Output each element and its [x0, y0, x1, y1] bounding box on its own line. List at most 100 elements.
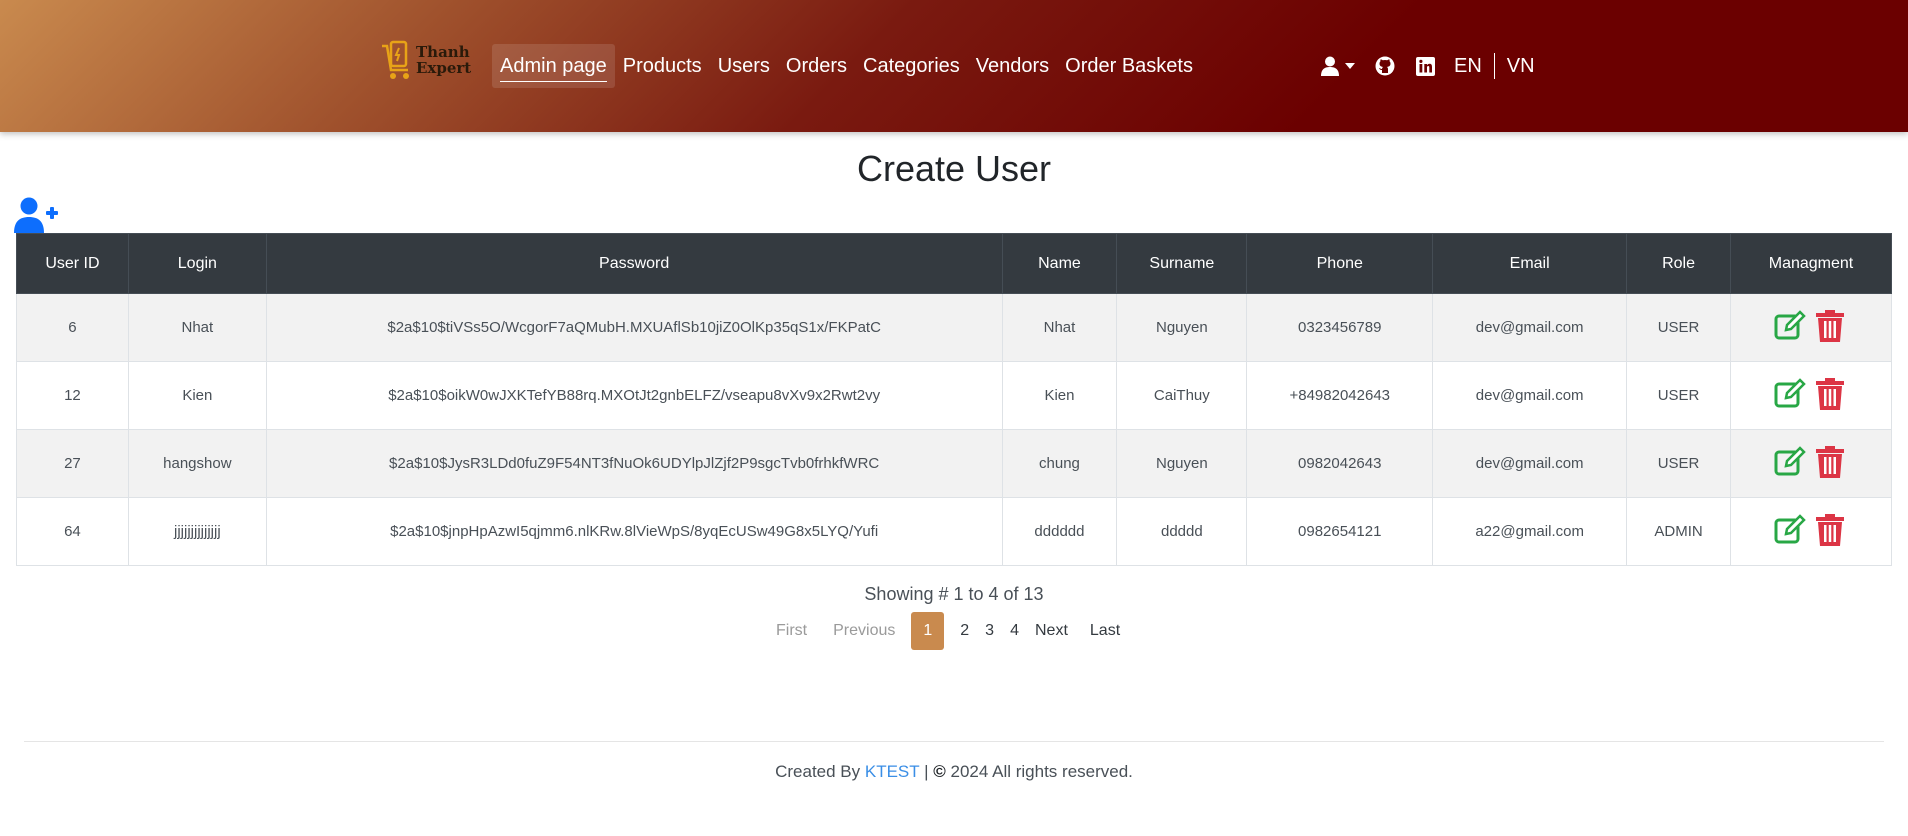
cell-login: Nhat [127, 293, 267, 362]
cell-name: chung [1001, 429, 1118, 498]
footer-prefix: Created By [775, 762, 861, 781]
edit-button[interactable] [1774, 445, 1806, 478]
brand-name: Thanh Expert [416, 44, 471, 76]
edit-icon [1774, 513, 1806, 543]
edit-button[interactable] [1774, 377, 1806, 410]
cell-email: dev@gmail.com [1432, 429, 1628, 498]
cell-password: $2a$10$tiVSs5O/WcgorF7aQMubH.MXUAflSb10j… [265, 293, 1003, 362]
edit-button[interactable] [1774, 309, 1806, 342]
cell-surname: Nguyen [1116, 429, 1248, 498]
cell-user-id: 64 [16, 497, 129, 566]
cell-name: Kien [1001, 361, 1118, 430]
cell-user-id: 12 [16, 361, 129, 430]
brand-logo[interactable]: Thanh Expert [380, 38, 471, 82]
users-table: User ID Login Password Name Surname Phon… [16, 233, 1892, 566]
cell-role: USER [1626, 361, 1732, 430]
cell-login: Kien [127, 361, 267, 430]
cell-management [1730, 497, 1892, 566]
cell-phone: +84982042643 [1246, 361, 1434, 430]
footer-rights: 2024 All rights reserved. [950, 762, 1133, 781]
header-phone[interactable]: Phone [1246, 233, 1434, 294]
cell-surname: ddddd [1116, 497, 1248, 566]
cell-phone: 0982042643 [1246, 429, 1434, 498]
brand-line-2: Expert [416, 59, 472, 77]
nav-categories[interactable]: Categories [855, 44, 968, 88]
edit-icon [1774, 377, 1806, 407]
trash-icon [1816, 513, 1844, 546]
cell-name: Nhat [1001, 293, 1118, 362]
user-icon [1321, 56, 1339, 76]
table-row: 27 hangshow $2a$10$JysR3LDd0fuZ9F54NT3fN… [16, 429, 1892, 498]
header-user-id[interactable]: User ID [16, 233, 129, 294]
cell-role: USER [1626, 293, 1732, 362]
cell-management [1730, 361, 1892, 430]
delete-button[interactable] [1816, 513, 1848, 546]
add-user-button[interactable] [14, 197, 60, 233]
cell-email: a22@gmail.com [1432, 497, 1628, 566]
table-row: 6 Nhat $2a$10$tiVSs5O/WcgorF7aQMubH.MXUA… [16, 293, 1892, 362]
delete-button[interactable] [1816, 445, 1848, 478]
cell-role: ADMIN [1626, 497, 1732, 566]
nav-right-group: EN VN [1318, 44, 1547, 88]
header-management: Managment [1730, 233, 1892, 294]
edit-button[interactable] [1774, 513, 1806, 546]
page-first[interactable]: First [768, 612, 815, 650]
cell-management [1730, 429, 1892, 498]
linkedin-icon[interactable] [1414, 55, 1436, 77]
copyright-icon: © [933, 762, 946, 781]
pagination-summary: Showing # 1 to 4 of 13 [864, 584, 1044, 604]
nav-users[interactable]: Users [710, 44, 778, 88]
footer-author-link[interactable]: KTEST [865, 762, 919, 781]
header-login[interactable]: Login [127, 233, 267, 294]
edit-icon [1774, 309, 1806, 339]
table-row: 12 Kien $2a$10$oikW0wJXKTefYB88rq.MXOtJt… [16, 361, 1892, 430]
github-icon[interactable] [1374, 55, 1396, 77]
nav-products[interactable]: Products [615, 44, 710, 88]
cell-phone: 0982654121 [1246, 497, 1434, 566]
user-plus-icon [14, 197, 58, 233]
cell-role: USER [1626, 429, 1732, 498]
footer-separator: | [924, 762, 929, 781]
header-name[interactable]: Name [1001, 233, 1118, 294]
trash-icon [1816, 377, 1844, 410]
nav-admin-page[interactable]: Admin page [492, 44, 615, 88]
nav-orders[interactable]: Orders [778, 44, 855, 88]
delete-button[interactable] [1816, 377, 1848, 410]
page-title: Create User [856, 148, 1052, 189]
nav-vendors[interactable]: Vendors [968, 44, 1057, 88]
cell-management [1730, 293, 1892, 362]
trash-icon [1816, 445, 1844, 478]
lang-vn-link[interactable]: VN [1495, 55, 1547, 78]
delete-button[interactable] [1816, 309, 1848, 342]
page-last[interactable]: Last [1082, 612, 1128, 650]
header-email[interactable]: Email [1432, 233, 1628, 294]
header-surname[interactable]: Surname [1116, 233, 1248, 294]
lang-en-link[interactable]: EN [1454, 55, 1494, 78]
page-previous[interactable]: Previous [825, 612, 903, 650]
table-header-row: User ID Login Password Name Surname Phon… [16, 233, 1892, 294]
page-4[interactable]: 4 [1002, 612, 1027, 650]
cell-login: hangshow [127, 429, 267, 498]
cart-phone-icon [382, 40, 409, 79]
top-navbar: Thanh Expert Admin page Products Users O… [0, 0, 1908, 132]
cell-login: jjjjjjjjjjjjjj [127, 497, 267, 566]
page-3[interactable]: 3 [977, 612, 1002, 650]
pagination: First Previous 1 2 3 4 Next Last [768, 612, 1128, 650]
cell-password: $2a$10$JysR3LDd0fuZ9F54NT3fNuOk6UDYlpJlZ… [265, 429, 1003, 498]
page-next[interactable]: Next [1027, 612, 1076, 650]
nav-order-baskets[interactable]: Order Baskets [1057, 44, 1201, 88]
cell-email: dev@gmail.com [1432, 361, 1628, 430]
header-password[interactable]: Password [265, 233, 1003, 294]
user-menu-dropdown[interactable] [1318, 55, 1358, 77]
page-1[interactable]: 1 [911, 612, 945, 650]
header-role[interactable]: Role [1626, 233, 1732, 294]
chevron-down-icon [1345, 63, 1355, 69]
cell-surname: CaiThuy [1116, 361, 1248, 430]
edit-icon [1774, 445, 1806, 475]
footer: Created By KTEST | © 2024 All rights res… [0, 762, 1908, 782]
cell-email: dev@gmail.com [1432, 293, 1628, 362]
cell-user-id: 6 [16, 293, 129, 362]
page-2[interactable]: 2 [952, 612, 977, 650]
cell-password: $2a$10$oikW0wJXKTefYB88rq.MXOtJt2gnbELFZ… [265, 361, 1003, 430]
cell-user-id: 27 [16, 429, 129, 498]
